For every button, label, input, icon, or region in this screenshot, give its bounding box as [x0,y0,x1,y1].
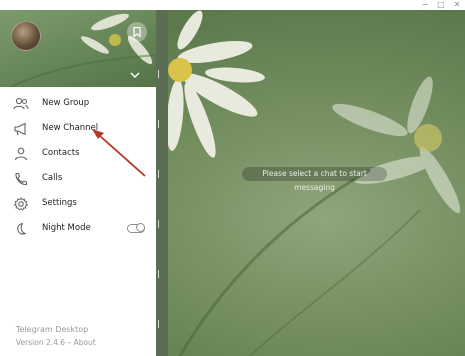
moon-icon [17,222,27,235]
night-mode-toggle[interactable] [127,223,145,233]
tick-mark [158,170,164,178]
menu-item-label: New Channel [42,123,99,133]
menu-item-contacts[interactable]: Contacts [0,142,156,166]
megaphone-icon [14,122,26,136]
phone-icon [15,172,28,186]
menu-item-new-channel[interactable]: New Channel [0,117,156,141]
avatar[interactable] [11,21,41,51]
menu-item-label: New Group [42,98,90,108]
toggle-knob [136,223,145,233]
saved-messages-button[interactable] [127,22,147,42]
tick-mark [158,70,164,78]
menu-item-label: Contacts [42,148,80,158]
window-titlebar: − □ ✕ [0,0,465,10]
group-icon [13,97,29,110]
tick-mark [158,320,164,328]
empty-chat-message: Please select a chat to start messaging [242,167,387,192]
app-name: Telegram Desktop [16,325,89,334]
chevron-down-icon [130,72,140,79]
person-icon [14,147,28,161]
menu-item-calls[interactable]: Calls [0,167,156,191]
maximize-button[interactable]: □ [433,0,449,10]
tick-mark [158,270,164,278]
main-menu: New Group New Channel Contacts Calls Set… [0,10,156,356]
menu-item-label: Calls [42,173,63,183]
close-button[interactable]: ✕ [449,0,465,10]
tick-mark [158,220,164,228]
chat-list-edge [156,10,168,356]
bookmark-icon [133,27,141,37]
version-about-link[interactable]: Version 2.4.6 – About [16,338,96,347]
menu-item-new-group[interactable]: New Group [0,92,156,116]
menu-item-settings[interactable]: Settings [0,192,156,216]
menu-item-label: Settings [42,198,77,208]
tick-mark [158,120,164,128]
menu-item-label: Night Mode [42,223,91,233]
menu-header [0,10,156,87]
minimize-button[interactable]: − [417,0,433,10]
menu-item-night-mode[interactable]: Night Mode [0,217,156,241]
account-expand-button[interactable] [129,65,141,79]
gear-icon [13,197,29,211]
